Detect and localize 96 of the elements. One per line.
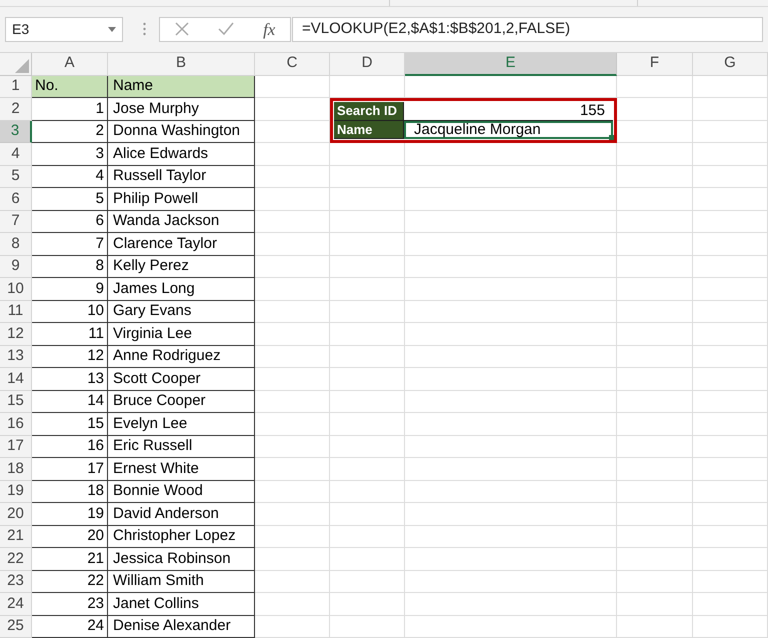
table-cell: Bonnie Wood: [108, 480, 255, 503]
table-cell: 6: [32, 210, 108, 233]
column-header[interactable]: B: [108, 52, 255, 76]
drag-handle-icon[interactable]: [143, 22, 146, 36]
corner-triangle-icon: [15, 58, 29, 72]
table-cell: Russell Taylor: [108, 166, 255, 188]
table-cell: 8: [32, 256, 108, 278]
row-header[interactable]: 1: [0, 76, 32, 98]
caret-icon: [108, 26, 116, 32]
column-header[interactable]: G: [693, 52, 768, 76]
table-cell: 16: [32, 436, 108, 458]
table-cell: 5: [32, 188, 108, 210]
lookup-cell[interactable]: Jacqueline Morgan: [404, 120, 613, 139]
column-header[interactable]: C: [255, 52, 330, 76]
table-cell: 11: [32, 323, 108, 346]
table-cell: 17: [32, 458, 108, 480]
column-header[interactable]: A: [32, 52, 108, 76]
row-header[interactable]: 6: [0, 188, 32, 210]
row-header[interactable]: 23: [0, 570, 32, 593]
table-cell: William Smith: [108, 570, 255, 593]
row-header[interactable]: 3: [0, 120, 32, 143]
row-header[interactable]: 20: [0, 503, 32, 526]
table-cell: Jessica Robinson: [108, 548, 255, 570]
table-cell: Scott Cooper: [108, 368, 255, 390]
table-cell: 10: [32, 300, 108, 323]
row-header[interactable]: 18: [0, 458, 32, 480]
table-cell: 12: [32, 346, 108, 368]
table-cell: James Long: [108, 278, 255, 300]
table-cell: Kelly Perez: [108, 256, 255, 278]
row-header[interactable]: 11: [0, 300, 32, 323]
table-cell: David Anderson: [108, 503, 255, 526]
table-cell: 15: [32, 413, 108, 436]
row-header[interactable]: 13: [0, 346, 32, 368]
column-header[interactable]: E: [405, 52, 617, 76]
table-cell: Gary Evans: [108, 300, 255, 323]
table-cell: Christopher Lopez: [108, 526, 255, 548]
row-header[interactable]: 9: [0, 256, 32, 278]
table-cell: 13: [32, 368, 108, 390]
check-icon[interactable]: [218, 22, 234, 36]
table-cell: Donna Washington: [108, 120, 255, 143]
table-cell: Clarence Taylor: [108, 233, 255, 256]
table-cell: Philip Powell: [108, 188, 255, 210]
select-all-corner[interactable]: [0, 52, 32, 76]
table-cell: Denise Alexander: [108, 616, 255, 638]
table-cell: Janet Collins: [108, 593, 255, 616]
table-cell: Alice Edwards: [108, 143, 255, 166]
formula-field[interactable]: =VLOOKUP(E2,$A$1:$B$201,2,FALSE): [292, 16, 763, 42]
name-box[interactable]: E3: [5, 16, 123, 42]
row-header[interactable]: 21: [0, 526, 32, 548]
table-cell: Eric Russell: [108, 436, 255, 458]
table-cell: 1: [32, 98, 108, 120]
row-header[interactable]: 8: [0, 233, 32, 256]
table-cell: Ernest White: [108, 458, 255, 480]
row-header[interactable]: 19: [0, 480, 32, 503]
row-header[interactable]: 17: [0, 436, 32, 458]
table-cell: 18: [32, 480, 108, 503]
row-header[interactable]: 15: [0, 390, 32, 413]
table-cell: 3: [32, 143, 108, 166]
row-header[interactable]: 7: [0, 210, 32, 233]
column-header[interactable]: D: [330, 52, 405, 76]
function-button[interactable]: fx: [263, 20, 276, 38]
table-cell: Jose Murphy: [108, 98, 255, 120]
table-cell: 2: [32, 120, 108, 143]
row-header[interactable]: 22: [0, 548, 32, 570]
table-cell: Virginia Lee: [108, 323, 255, 346]
table-cell: 24: [32, 616, 108, 638]
table-cell: Wanda Jackson: [108, 210, 255, 233]
lookup-label: Search ID: [334, 102, 404, 120]
column-heading: Name: [108, 76, 255, 98]
close-icon[interactable]: [174, 22, 189, 36]
row-header[interactable]: 4: [0, 143, 32, 166]
table-cell: 23: [32, 593, 108, 616]
table-cell: Bruce Cooper: [108, 390, 255, 413]
column-heading: No.: [32, 76, 108, 98]
table-cell: 22: [32, 570, 108, 593]
row-header[interactable]: 12: [0, 323, 32, 346]
column-header[interactable]: F: [617, 52, 693, 76]
table-cell: 7: [32, 233, 108, 256]
table-cell: 20: [32, 526, 108, 548]
table-cell: 14: [32, 390, 108, 413]
row-header[interactable]: 10: [0, 278, 32, 300]
table-cell: 19: [32, 503, 108, 526]
row-header[interactable]: 5: [0, 166, 32, 188]
row-header[interactable]: 24: [0, 593, 32, 616]
table-cell: 21: [32, 548, 108, 570]
fill-handle-icon[interactable]: [609, 135, 614, 140]
lookup-cell[interactable]: 155: [404, 102, 613, 120]
lookup-label: Name: [334, 120, 404, 139]
table-cell: 4: [32, 166, 108, 188]
row-header[interactable]: 14: [0, 368, 32, 390]
table-cell: Evelyn Lee: [108, 413, 255, 436]
row-header[interactable]: 25: [0, 616, 32, 638]
table-cell: 9: [32, 278, 108, 300]
row-header[interactable]: 2: [0, 98, 32, 120]
table-cell: Anne Rodriguez: [108, 346, 255, 368]
row-header[interactable]: 16: [0, 413, 32, 436]
